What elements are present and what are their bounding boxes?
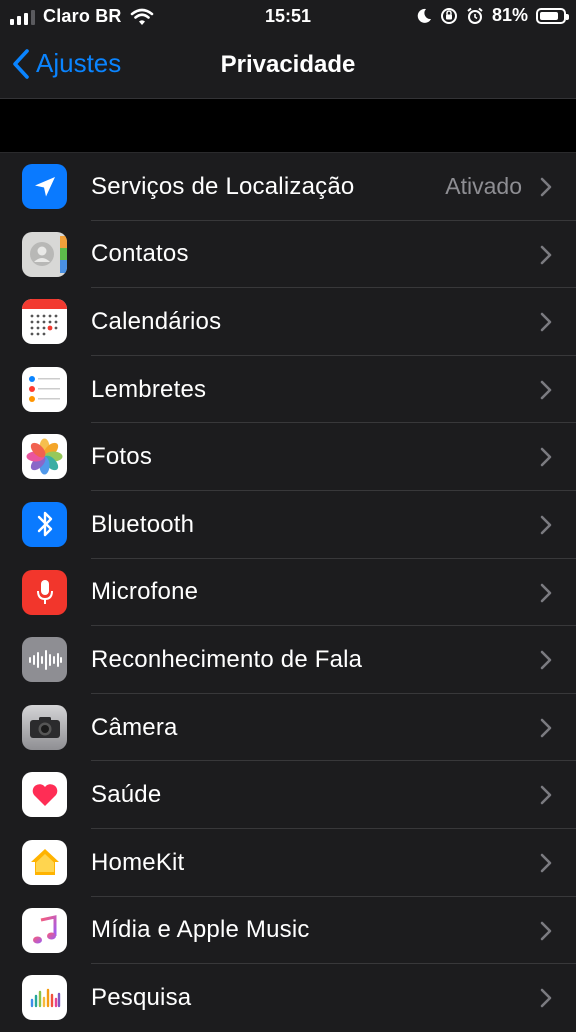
page-title: Privacidade: [220, 51, 356, 78]
list-item-label: Calendários: [91, 307, 222, 335]
speech-waveform-icon: [22, 637, 67, 683]
chevron-right-icon: [540, 515, 552, 535]
navigation-bar: Ajustes Privacidade: [0, 32, 576, 99]
chevron-right-icon: [540, 853, 552, 873]
list-item-label: Fotos: [91, 443, 153, 471]
orientation-lock-icon: [440, 7, 457, 24]
list-item-media-apple-music[interactable]: Mídia e Apple Music: [0, 897, 576, 965]
do-not-disturb-moon-icon: [417, 8, 431, 23]
list-item-research[interactable]: Pesquisa: [0, 964, 576, 1032]
chevron-right-icon: [540, 583, 552, 602]
calendar-icon: [22, 299, 67, 345]
list-item-contacts[interactable]: Contatos: [0, 221, 576, 289]
chevron-right-icon: [540, 380, 552, 400]
chevron-right-icon: [540, 718, 552, 738]
list-item-photos[interactable]: Fotos: [0, 423, 576, 491]
list-item-label: Reconhecimento de Fala: [91, 645, 363, 673]
list-item-speech-recognition[interactable]: Reconhecimento de Fala: [0, 626, 576, 694]
status-bar: Claro BR 15:51 81%: [0, 0, 576, 32]
chevron-right-icon: [540, 177, 552, 197]
battery-percentage: 81%: [491, 5, 528, 25]
list-item-camera[interactable]: Câmera: [0, 694, 576, 762]
chevron-right-icon: [540, 312, 552, 332]
privacy-settings-list: Serviços de Localização Ativado Contatos: [0, 153, 576, 1032]
list-item-label: Lembretes: [91, 375, 207, 403]
location-status-value: Ativado: [445, 173, 522, 200]
list-item-label: Pesquisa: [91, 983, 192, 1011]
chevron-right-icon: [540, 650, 552, 670]
list-item-label: Serviços de Localização: [91, 172, 355, 200]
list-item-label: Microfone: [91, 578, 199, 606]
microphone-icon: [22, 569, 67, 615]
chevron-right-icon: [540, 245, 552, 264]
list-item-microphone[interactable]: Microfone: [0, 559, 576, 627]
chevron-right-icon: [540, 988, 552, 1008]
list-item-bluetooth[interactable]: Bluetooth: [0, 491, 576, 559]
photos-icon: [22, 434, 67, 480]
list-item-homekit[interactable]: HomeKit: [0, 829, 576, 897]
contacts-icon: [22, 231, 67, 277]
music-note-icon: [22, 907, 67, 953]
list-item-label: Câmera: [91, 713, 178, 741]
list-item-health[interactable]: Saúde: [0, 761, 576, 829]
status-right: 81%: [416, 5, 569, 26]
list-item-label: Saúde: [91, 781, 162, 809]
chevron-right-icon: [540, 786, 552, 805]
homekit-house-icon: [22, 839, 67, 885]
health-heart-icon: [22, 772, 67, 818]
battery-icon: [536, 7, 569, 24]
reminders-icon: [22, 366, 67, 412]
list-item-location-services[interactable]: Serviços de Localização Ativado: [0, 153, 576, 221]
section-spacer: [0, 99, 576, 153]
research-icon: [22, 975, 67, 1021]
list-item-label: Bluetooth: [91, 510, 195, 538]
list-item-reminders[interactable]: Lembretes: [0, 356, 576, 424]
bluetooth-icon: [22, 501, 67, 547]
list-item-label: Mídia e Apple Music: [91, 916, 310, 944]
chevron-right-icon: [540, 448, 552, 467]
location-arrow-icon: [22, 164, 67, 209]
alarm-clock-icon: [467, 7, 483, 24]
camera-icon: [22, 704, 67, 750]
chevron-right-icon: [540, 921, 552, 940]
list-item-calendars[interactable]: Calendários: [0, 288, 576, 356]
list-item-label: Contatos: [91, 240, 189, 268]
list-item-label: HomeKit: [91, 848, 185, 876]
